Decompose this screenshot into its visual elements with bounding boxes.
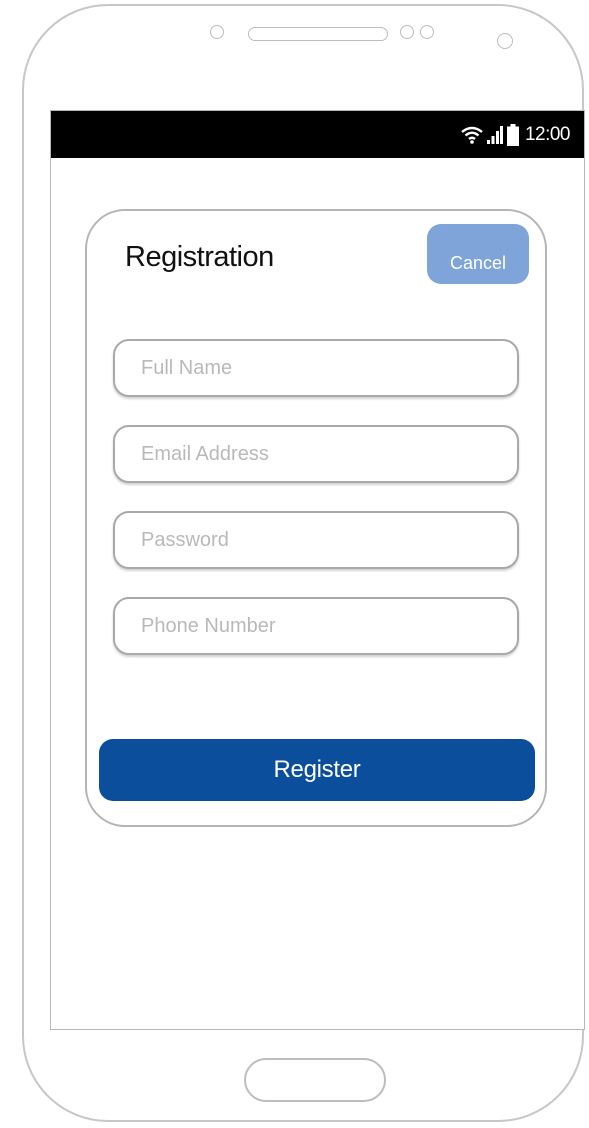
phone-number-input[interactable] bbox=[115, 599, 517, 653]
cancel-button[interactable]: Cancel bbox=[427, 224, 529, 284]
signal-icon bbox=[486, 125, 503, 144]
sensor-dot-icon bbox=[400, 25, 414, 39]
phone-screen: 12:00 Registration Cancel Register bbox=[50, 110, 585, 1030]
sensor-dot-icon bbox=[420, 25, 434, 39]
status-bar: 12:00 bbox=[51, 111, 584, 158]
front-camera-icon bbox=[497, 33, 513, 49]
status-icons: 12:00 bbox=[461, 111, 571, 158]
status-time: 12:00 bbox=[524, 123, 571, 145]
sensor-dot-icon bbox=[210, 25, 224, 39]
email-field bbox=[113, 425, 519, 483]
email-input[interactable] bbox=[115, 427, 517, 481]
full-name-input[interactable] bbox=[115, 341, 517, 395]
password-field bbox=[113, 511, 519, 569]
wifi-icon bbox=[461, 126, 483, 144]
battery-icon bbox=[506, 123, 519, 146]
home-button[interactable] bbox=[244, 1058, 386, 1102]
phone-number-field bbox=[113, 597, 519, 655]
earpiece-speaker-icon bbox=[248, 27, 388, 41]
registration-card: Registration Cancel Register bbox=[85, 209, 547, 827]
page-title: Registration bbox=[125, 241, 274, 273]
password-input[interactable] bbox=[115, 513, 517, 567]
full-name-field bbox=[113, 339, 519, 397]
register-button[interactable]: Register bbox=[99, 739, 535, 801]
